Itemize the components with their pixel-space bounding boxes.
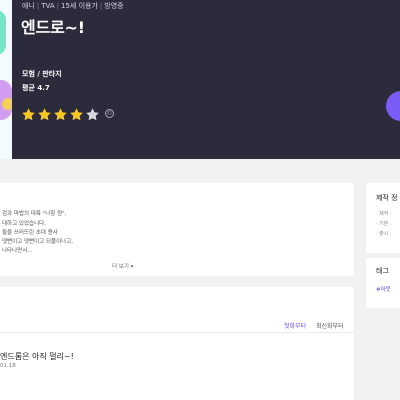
- episode-date: 01.18: [0, 363, 16, 369]
- episode-card: [0, 287, 354, 400]
- meta-type: 애니: [22, 2, 35, 10]
- meta-status: 방영중: [104, 2, 124, 10]
- poster-art-shape: [0, 10, 6, 55]
- poster-art-shape: [2, 98, 12, 110]
- star-icon-filled[interactable]: [69, 107, 84, 122]
- meta-broadcast: TVA: [41, 2, 55, 10]
- production-line: · 출시 :: [376, 231, 392, 237]
- synopsis-line: 대하고 있었습니다.: [2, 221, 46, 227]
- production-line: · 제작 :: [376, 211, 392, 217]
- sort-first-button[interactable]: 첫화부터: [284, 321, 306, 330]
- poster-image[interactable]: [0, 0, 12, 159]
- star-icon-filled[interactable]: [21, 107, 36, 122]
- synopsis-line: 나타나면서...: [2, 248, 33, 254]
- synopsis-line: 검과 마법의 대륙 "나항 원",: [2, 211, 67, 217]
- page-title: 엔드로~!: [21, 18, 85, 37]
- rating-average: 평균 4.7: [22, 84, 50, 92]
- info-icon[interactable]: ©: [105, 109, 114, 118]
- episode-title[interactable]: 엔드롬은 아직 멀리~!: [0, 351, 74, 362]
- synopsis-line: 뎃뻔이고 뎃뻔이고 되풀이나고,: [2, 239, 74, 245]
- divider: [0, 332, 354, 333]
- tags-title: 태그: [376, 267, 389, 275]
- meta-info: 애니 | TVA | 15세 이용가 | 방영중: [22, 2, 124, 10]
- rating-stars[interactable]: [21, 107, 100, 122]
- star-icon-empty[interactable]: [85, 107, 100, 122]
- star-icon-filled[interactable]: [37, 107, 52, 122]
- star-icon-filled[interactable]: [53, 107, 68, 122]
- production-title: 제작 정: [376, 194, 398, 202]
- synopsis-line: 둘을 쓰러뜨린 초대 용사: [2, 230, 58, 236]
- meta-age: 15세 이용가: [61, 2, 98, 10]
- genre-label: 모험 / 판타지: [22, 70, 62, 78]
- tag-link[interactable]: #마뭇: [376, 285, 391, 293]
- sort-recent-button[interactable]: 최신화부터: [316, 321, 344, 330]
- more-button[interactable]: 더 보기 ▾: [112, 262, 133, 270]
- production-line: · 기본 :: [376, 221, 392, 227]
